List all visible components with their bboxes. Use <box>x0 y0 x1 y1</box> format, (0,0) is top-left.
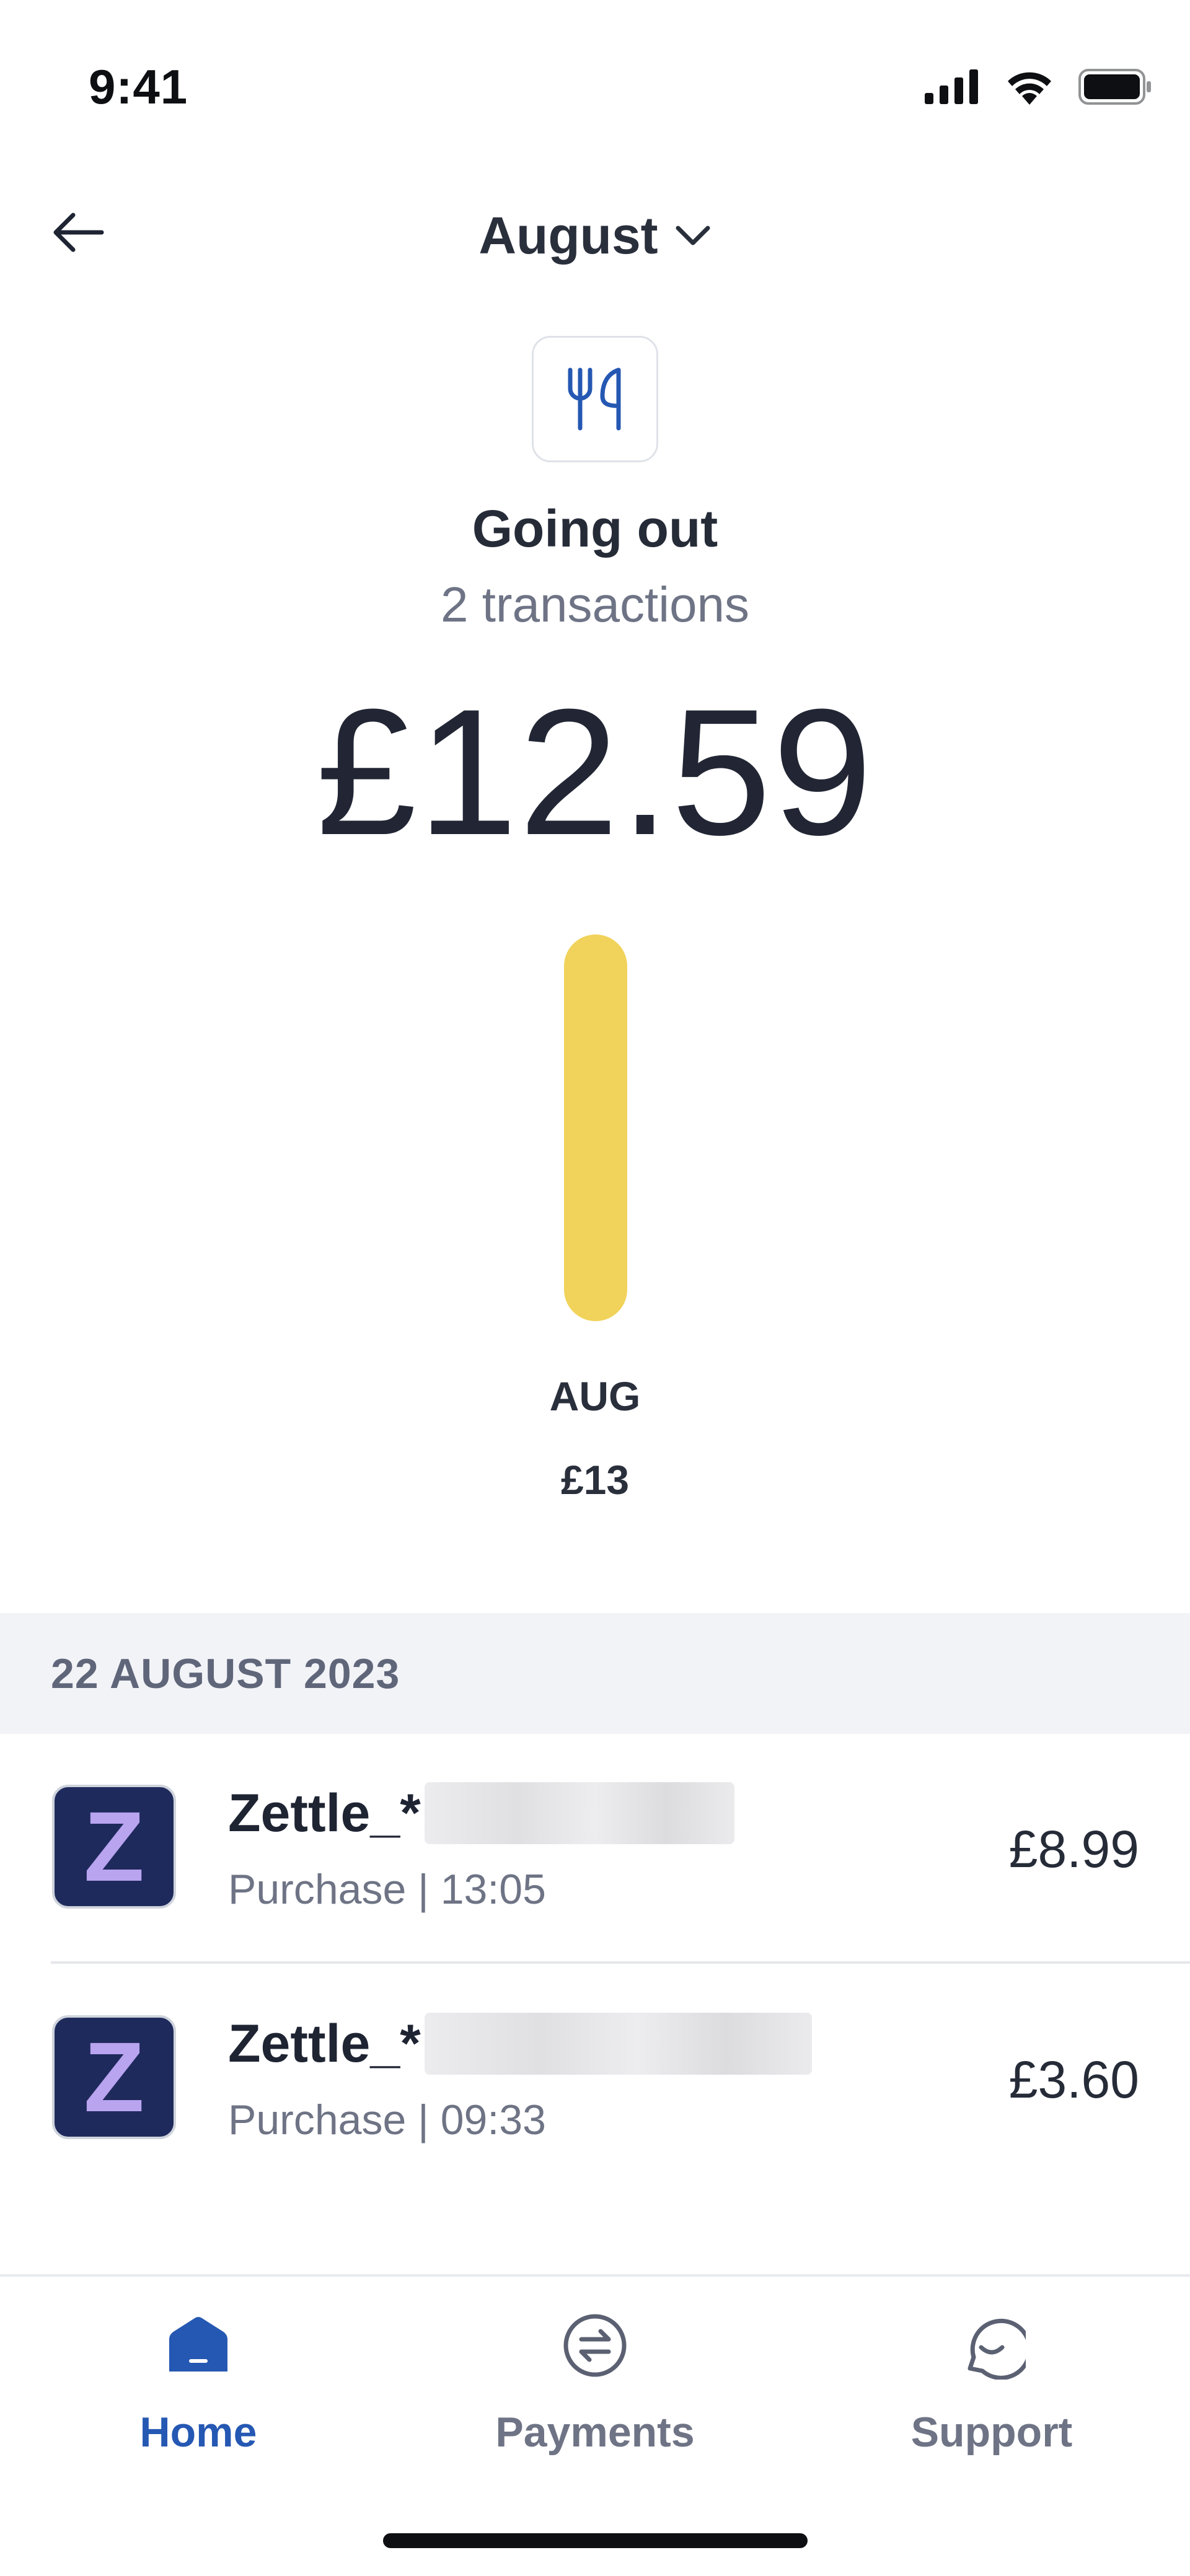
nav-home-label: Home <box>139 2409 257 2456</box>
transaction-meta: Purchase | 09:33 <box>228 2096 546 2143</box>
merchant-name: Zettle_* <box>228 2013 421 2073</box>
nav-payments-label: Payments <box>495 2409 695 2456</box>
nav-payments[interactable]: Payments <box>397 2293 793 2479</box>
transaction-row[interactable]: Z Zettle_* Purchase | 13:05 £8.99 <box>0 1734 1190 1963</box>
transaction-meta: Purchase | 13:05 <box>228 1866 546 1913</box>
chart-tick-label: AUG <box>549 1373 641 1419</box>
chart-bar-aug[interactable] <box>564 934 627 1321</box>
divider <box>51 1961 1190 1964</box>
home-indicator <box>383 2533 808 2548</box>
status-time: 9:41 <box>89 59 188 114</box>
redacted-text <box>424 2013 812 2075</box>
category-total: £12.59 <box>316 672 874 873</box>
redacted-text <box>424 1782 734 1844</box>
transaction-amount: £3.60 <box>1008 2051 1139 2109</box>
chat-icon <box>951 2305 1032 2386</box>
month-label: August <box>478 206 658 265</box>
transfer-icon <box>555 2305 635 2386</box>
merchant-avatar: Z <box>52 2015 176 2139</box>
transaction-amount: £8.99 <box>1008 1820 1139 1878</box>
transaction-row[interactable]: Z Zettle_* Purchase | 09:33 £3.60 <box>0 1964 1190 2194</box>
wifi-icon <box>1008 72 1051 105</box>
status-icons <box>925 65 1153 108</box>
nav-support-label: Support <box>910 2409 1073 2456</box>
cutlery-icon <box>568 367 621 431</box>
chevron-down-icon <box>676 226 710 245</box>
merchant-avatar: Z <box>52 1785 176 1909</box>
month-selector[interactable]: August <box>0 198 1190 273</box>
merchant-name-wrap: Zettle_* <box>228 1782 734 1844</box>
merchant-name: Zettle_* <box>228 1783 421 1843</box>
home-icon <box>158 2305 239 2386</box>
category-icon-box <box>532 336 658 462</box>
nav-support[interactable]: Support <box>793 2293 1190 2479</box>
nav-home[interactable]: Home <box>0 2293 397 2479</box>
avatar-letter: Z <box>84 1791 144 1902</box>
avatar-letter: Z <box>84 2021 144 2132</box>
merchant-name-wrap: Zettle_* <box>228 2013 812 2075</box>
date-section-label: 22 AUGUST 2023 <box>51 1650 400 1697</box>
chart-value-label: £13 <box>560 1457 630 1503</box>
transactions-count: 2 transactions <box>440 577 750 632</box>
signal-icon <box>925 69 978 104</box>
category-title: Going out <box>472 499 718 558</box>
battery-icon <box>1078 69 1151 105</box>
bottom-nav-border <box>0 2274 1190 2277</box>
